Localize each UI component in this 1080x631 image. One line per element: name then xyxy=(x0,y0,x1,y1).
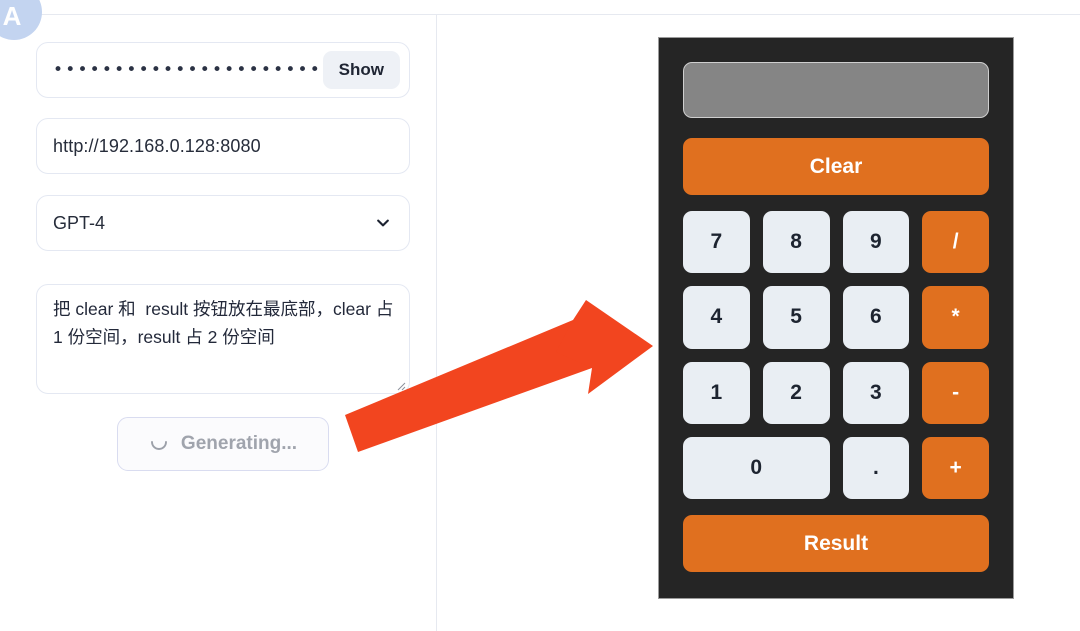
spinner-icon xyxy=(149,434,169,454)
app-root: A •••••••••••••••••••••••••••• Show http… xyxy=(0,0,1080,631)
calculator-key-9[interactable]: 9 xyxy=(842,211,910,274)
chevron-down-icon xyxy=(375,215,391,231)
generate-button[interactable]: Generating... xyxy=(117,417,329,471)
calculator-key-3[interactable]: 3 xyxy=(842,361,910,424)
calculator-key-subtract[interactable]: - xyxy=(922,361,989,424)
calculator-key-6[interactable]: 6 xyxy=(842,286,910,349)
panel-divider xyxy=(436,14,437,631)
calculator-keypad: 7 8 9/ 4 5 6 * 1 2 3- 0. + xyxy=(683,211,989,499)
calculator-preview: Clear 7 8 9/ 4 5 6 * 1 2 3- 0. + Result xyxy=(658,37,1014,599)
calculator-key-5[interactable]: 5 xyxy=(762,286,830,349)
calculator-display[interactable] xyxy=(683,62,989,118)
api-key-field[interactable]: •••••••••••••••••••••••••••• Show xyxy=(36,42,410,98)
server-url-value[interactable]: http://192.168.0.128:8080 xyxy=(53,136,261,157)
calculator-key-8[interactable]: 8 xyxy=(762,211,830,274)
calculator-clear-button[interactable]: Clear xyxy=(683,138,989,195)
settings-panel: •••••••••••••••••••••••••••• Show http:/… xyxy=(0,15,436,631)
model-select-value: GPT-4 xyxy=(53,212,106,233)
calculator-key-0[interactable]: 0 xyxy=(683,436,830,499)
calculator-key-divide[interactable]: / xyxy=(922,211,989,274)
model-select[interactable]: GPT-4 xyxy=(36,195,410,251)
show-password-button[interactable]: Show xyxy=(322,51,400,89)
resize-grip-icon[interactable] xyxy=(394,378,406,391)
calculator-key-1[interactable]: 1 xyxy=(683,361,750,424)
calculator-result-button[interactable]: Result xyxy=(683,515,989,572)
calculator-key-add[interactable]: + xyxy=(922,436,989,499)
calculator-key-multiply[interactable]: * xyxy=(922,286,989,349)
prompt-textarea[interactable]: 把 clear 和 result 按钮放在最底部，clear 占 1 份空间，r… xyxy=(36,284,410,394)
calculator-key-decimal[interactable]: . xyxy=(842,436,910,499)
generate-button-label: Generating... xyxy=(180,433,298,454)
calculator-key-7[interactable]: 7 xyxy=(683,211,750,274)
calculator-key-2[interactable]: 2 xyxy=(762,361,830,424)
prompt-text[interactable]: 把 clear 和 result 按钮放在最底部，clear 占 1 份空间，r… xyxy=(53,295,395,351)
server-url-field[interactable]: http://192.168.0.128:8080 xyxy=(36,118,410,174)
calculator-key-4[interactable]: 4 xyxy=(683,286,750,349)
api-key-masked-value[interactable]: •••••••••••••••••••••••••••• xyxy=(53,62,323,79)
